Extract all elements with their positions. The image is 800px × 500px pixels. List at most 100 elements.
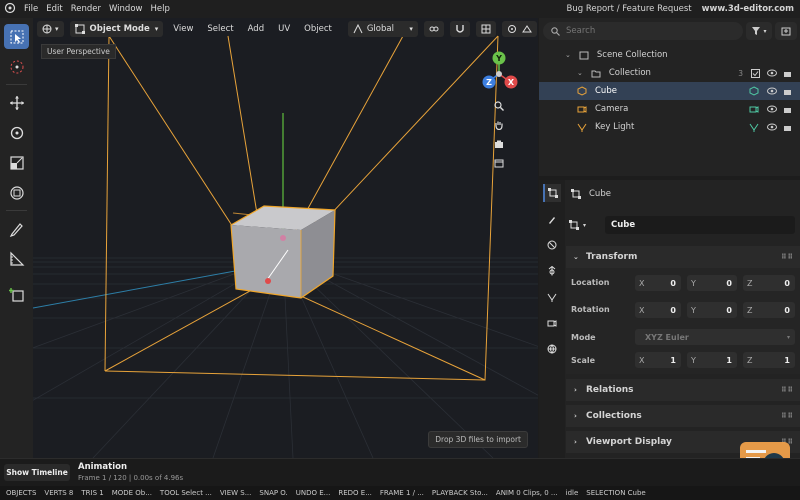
object-name-field[interactable]: Cube bbox=[605, 216, 795, 234]
outliner-row-cube[interactable]: Cube bbox=[539, 82, 800, 100]
filter-button[interactable]: ▾ bbox=[746, 22, 772, 40]
camera-restrict-icon[interactable] bbox=[783, 123, 792, 132]
mode-label: Object Mode bbox=[89, 24, 150, 34]
tool-divider bbox=[6, 84, 27, 85]
viewport-scene[interactable] bbox=[33, 18, 538, 458]
location-x-field[interactable]: X0 bbox=[635, 275, 681, 291]
tab-render[interactable] bbox=[543, 236, 561, 254]
new-collection-button[interactable] bbox=[775, 22, 797, 40]
menu-uv[interactable]: UV bbox=[274, 24, 294, 34]
scale-y-field[interactable]: Y1 bbox=[687, 352, 737, 368]
tab-physics[interactable] bbox=[543, 262, 561, 280]
site-link[interactable]: www.3d-editor.com bbox=[702, 4, 794, 14]
tab-object[interactable] bbox=[543, 184, 561, 202]
outliner-search[interactable] bbox=[543, 22, 743, 40]
search-input[interactable] bbox=[566, 26, 736, 36]
rotation-x-field[interactable]: X0 bbox=[635, 302, 681, 318]
menu-render[interactable]: Render bbox=[71, 4, 109, 14]
proportional-edit-button[interactable] bbox=[501, 21, 537, 37]
camera-restrict-icon[interactable] bbox=[783, 69, 792, 78]
scale-x-field[interactable]: X1 bbox=[635, 352, 681, 368]
camera-restrict-icon[interactable] bbox=[783, 87, 792, 96]
object-tab-icon bbox=[548, 188, 558, 198]
editor-type-button[interactable]: ▾ bbox=[37, 21, 64, 37]
chevron-down-icon[interactable]: ⌄ bbox=[565, 51, 571, 59]
perspective-toggle-icon[interactable] bbox=[491, 155, 507, 171]
chevron-down-icon[interactable]: ⌄ bbox=[577, 69, 583, 77]
move-tool-button[interactable] bbox=[4, 90, 29, 115]
cube-mesh[interactable] bbox=[230, 205, 336, 299]
menu-view[interactable]: View bbox=[169, 24, 197, 34]
tab-light[interactable] bbox=[543, 288, 561, 306]
relations-section-header[interactable]: › Relations ⠿⠿ bbox=[566, 379, 800, 401]
zoom-icon[interactable] bbox=[491, 98, 507, 114]
menu-window[interactable]: Window bbox=[109, 4, 151, 14]
drag-handle-icon[interactable]: ⠿⠿ bbox=[781, 253, 794, 261]
pan-hand-icon[interactable] bbox=[491, 117, 507, 133]
tab-tool[interactable] bbox=[543, 210, 561, 228]
tool-shelf bbox=[0, 18, 33, 458]
rotate-tool-button[interactable] bbox=[4, 120, 29, 145]
drag-handle-icon[interactable]: ⠿⠿ bbox=[781, 386, 794, 394]
render-icon bbox=[547, 240, 557, 250]
field-value: 0 bbox=[726, 305, 732, 315]
rotation-y-field[interactable]: Y0 bbox=[687, 302, 737, 318]
measure-tool-button[interactable] bbox=[4, 246, 29, 271]
annotate-tool-button[interactable] bbox=[4, 216, 29, 241]
scale-z-field[interactable]: Z1 bbox=[743, 352, 795, 368]
eye-icon[interactable] bbox=[767, 105, 777, 113]
collections-section-header[interactable]: › Collections ⠿⠿ bbox=[566, 405, 800, 427]
location-y-field[interactable]: Y0 bbox=[687, 275, 737, 291]
menu-edit[interactable]: Edit bbox=[46, 4, 70, 14]
filter-icon bbox=[752, 27, 761, 35]
pivot-button[interactable] bbox=[423, 21, 444, 37]
outliner-row-scene[interactable]: ⌄ Scene Collection bbox=[539, 46, 800, 64]
eye-icon[interactable] bbox=[767, 87, 777, 95]
menu-add[interactable]: Add bbox=[244, 24, 268, 34]
field-value: 1 bbox=[726, 355, 732, 365]
outliner-row-camera[interactable]: Camera bbox=[539, 100, 800, 118]
cursor-tool-button[interactable] bbox=[4, 54, 29, 79]
transform-title: Transform bbox=[586, 252, 638, 262]
light-object-icon bbox=[577, 123, 587, 132]
menu-object[interactable]: Object bbox=[300, 24, 336, 34]
transform-tool-button[interactable] bbox=[4, 180, 29, 205]
show-timeline-button[interactable]: Show Timeline bbox=[4, 464, 70, 481]
grid-button[interactable] bbox=[475, 21, 496, 37]
cube-label: Cube bbox=[595, 86, 617, 96]
drag-handle-icon[interactable]: ⠿⠿ bbox=[781, 412, 794, 420]
object-type-dropdown[interactable]: ▾ bbox=[569, 216, 586, 234]
mesh-data-icon bbox=[749, 86, 759, 96]
checkbox-icon[interactable] bbox=[751, 68, 760, 78]
camera-restrict-icon[interactable] bbox=[783, 105, 792, 114]
gizmo-x-label[interactable]: X bbox=[508, 78, 515, 87]
transform-section-header[interactable]: ⌄ Transform ⠿⠿ bbox=[566, 246, 800, 268]
app-logo-icon[interactable] bbox=[0, 2, 24, 17]
outliner-row-collection[interactable]: ⌄ Collection 3 bbox=[539, 64, 800, 82]
field-value: 0 bbox=[670, 305, 676, 315]
ruler-icon bbox=[9, 251, 24, 266]
rotation-mode-dropdown[interactable]: XYZ Euler ▾ bbox=[635, 329, 795, 345]
eye-icon[interactable] bbox=[767, 69, 777, 77]
orientation-dropdown[interactable]: Global ▾ bbox=[347, 21, 418, 37]
menu-file[interactable]: File bbox=[24, 4, 46, 14]
tab-camera[interactable] bbox=[543, 314, 561, 332]
rotation-z-field[interactable]: Z0 bbox=[743, 302, 795, 318]
mode-dropdown[interactable]: Object Mode ▾ bbox=[69, 21, 164, 37]
select-tool-button[interactable] bbox=[4, 24, 29, 49]
outliner-row-key-light[interactable]: Key Light bbox=[539, 118, 800, 136]
snap-button[interactable] bbox=[449, 21, 470, 37]
bug-report-link[interactable]: Bug Report / Feature Request bbox=[567, 4, 692, 14]
add-cube-tool-button[interactable] bbox=[4, 282, 29, 307]
key-light-label: Key Light bbox=[595, 122, 635, 132]
gizmo-z-label[interactable]: Z bbox=[486, 78, 492, 87]
location-z-field[interactable]: Z0 bbox=[743, 275, 795, 291]
menu-select[interactable]: Select bbox=[203, 24, 237, 34]
menu-help[interactable]: Help bbox=[150, 4, 177, 14]
gizmo-y-label[interactable]: Y bbox=[495, 54, 502, 63]
scale-tool-button[interactable] bbox=[4, 150, 29, 175]
tab-world[interactable] bbox=[543, 340, 561, 358]
3d-viewport[interactable]: ▾ Object Mode ▾ View Select Add UV Objec… bbox=[33, 18, 538, 458]
camera-view-icon[interactable] bbox=[491, 136, 507, 152]
eye-icon[interactable] bbox=[767, 123, 777, 131]
